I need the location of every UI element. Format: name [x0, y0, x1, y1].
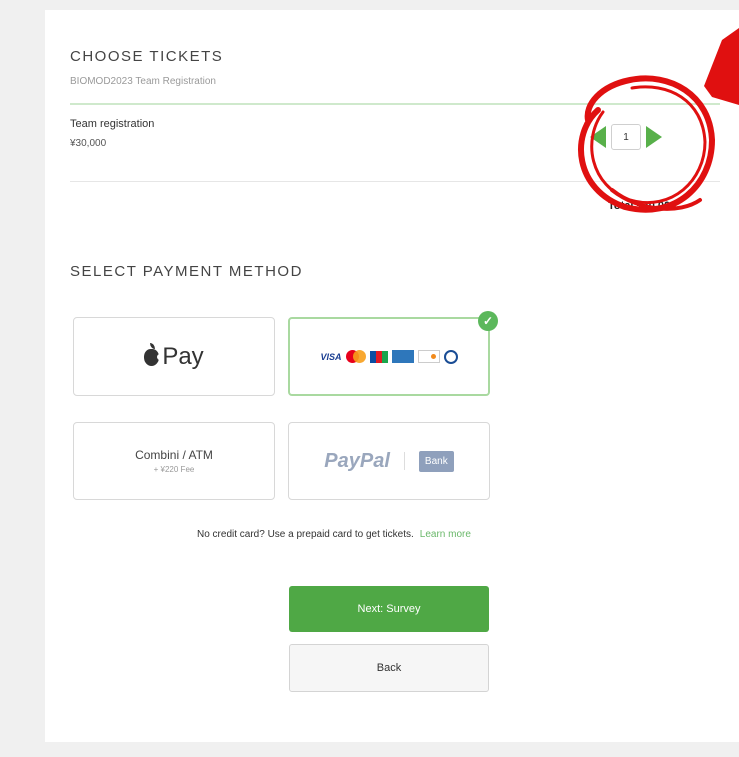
- discover-logo: [417, 350, 440, 363]
- visa-logo: VISA: [320, 351, 342, 362]
- next-survey-button[interactable]: Next: Survey: [289, 586, 489, 632]
- card-brand-logos: VISA: [320, 349, 458, 364]
- choose-tickets-heading: CHOOSE TICKETS: [70, 48, 224, 65]
- check-icon: ✓: [478, 311, 498, 331]
- total-label: Total ¥30,000: [608, 200, 677, 212]
- paypal-logo: PayPal: [324, 449, 390, 472]
- divider: [70, 181, 720, 182]
- apple-pay-option[interactable]: Pay: [73, 317, 275, 396]
- ticket-price: ¥30,000: [70, 138, 107, 149]
- decrease-quantity-icon[interactable]: [590, 126, 606, 148]
- quantity-input[interactable]: [611, 124, 641, 150]
- bank-badge: Bank: [418, 450, 454, 472]
- konbini-title: Combini / ATM: [135, 448, 213, 462]
- konbini-atm-option[interactable]: Combini / ATM + ¥220 Fee: [73, 422, 275, 500]
- jcb-logo: [369, 350, 388, 363]
- apple-icon: [144, 343, 164, 366]
- amex-logo: [391, 350, 414, 363]
- konbini-fee: + ¥220 Fee: [153, 465, 195, 474]
- increase-quantity-icon[interactable]: [646, 126, 662, 148]
- apple-pay-logo: Pay: [144, 342, 204, 371]
- notice-text: No credit card? Use a prepaid card to ge…: [197, 529, 414, 540]
- credit-card-option[interactable]: VISA: [288, 317, 490, 396]
- event-name: BIOMOD2023 Team Registration: [70, 76, 216, 87]
- ticket-name: Team registration: [70, 118, 155, 130]
- prepaid-card-notice: No credit card? Use a prepaid card to ge…: [197, 529, 471, 540]
- learn-more-link[interactable]: Learn more: [420, 529, 471, 540]
- divider: [403, 452, 405, 470]
- payment-method-heading: SELECT PAYMENT METHOD: [70, 263, 303, 280]
- paypal-bank-option[interactable]: PayPal Bank: [288, 422, 490, 500]
- apple-pay-label: Pay: [162, 342, 204, 370]
- quantity-stepper: [590, 123, 662, 151]
- back-button[interactable]: Back: [289, 644, 489, 692]
- diners-logo: [443, 349, 458, 364]
- divider: [70, 103, 720, 105]
- mastercard-logo: [345, 350, 366, 363]
